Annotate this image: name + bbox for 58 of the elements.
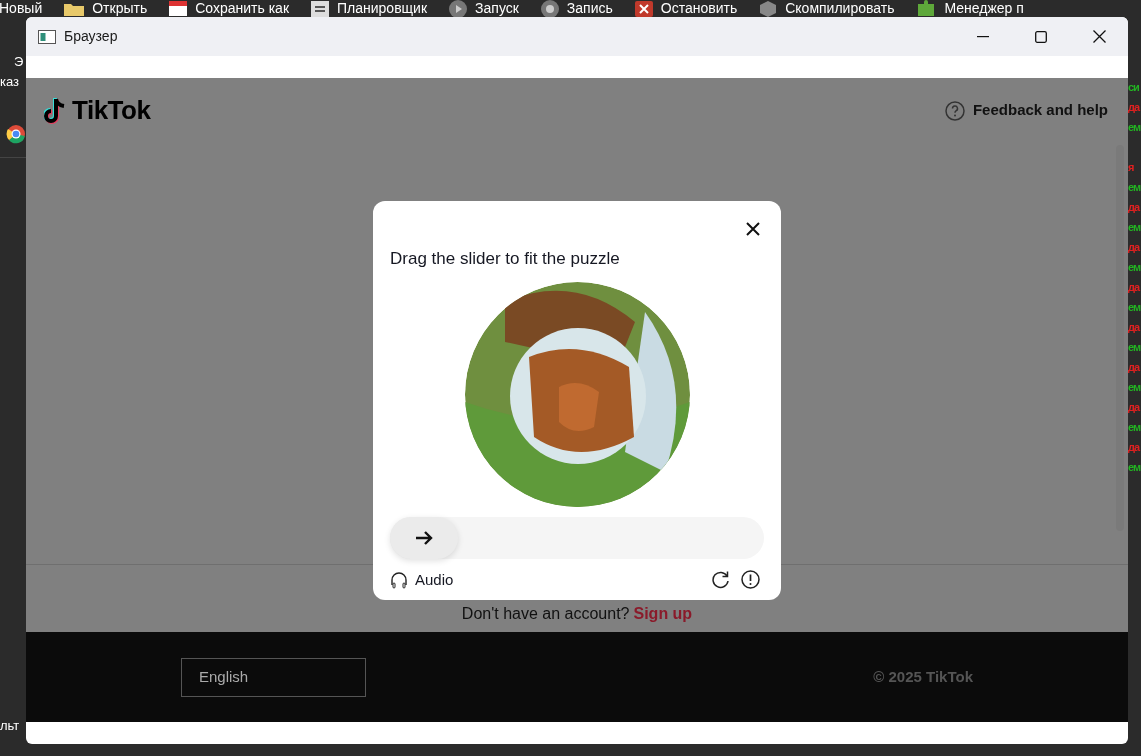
text-fragment: каз bbox=[0, 74, 21, 90]
log-text: да bbox=[1128, 360, 1141, 375]
toolbar-button[interactable]: Планировщик bbox=[311, 0, 428, 17]
toolbar-button[interactable]: Запуск bbox=[449, 0, 519, 17]
text-fragment: льт bbox=[0, 718, 20, 734]
log-text: да bbox=[1128, 400, 1141, 415]
browser-icon[interactable] bbox=[6, 124, 26, 144]
log-text: ем bbox=[1128, 220, 1141, 235]
play-icon bbox=[449, 0, 468, 17]
copyright-text: © 2025 TikTok bbox=[873, 666, 973, 687]
headphones-icon bbox=[390, 570, 408, 589]
toolbar-button[interactable]: Остановить bbox=[634, 0, 738, 17]
save-icon bbox=[169, 1, 188, 16]
captcha-title: Drag the slider to fit the puzzle bbox=[390, 248, 621, 270]
signup-prompt: Don't have an account? bbox=[461, 604, 630, 624]
arrow-right-icon bbox=[415, 529, 433, 546]
toolbar-button[interactable]: Открыть bbox=[64, 0, 148, 17]
toolbar-button[interactable]: Новый bbox=[0, 0, 43, 17]
toolbar-button[interactable]: Сохранить как bbox=[169, 0, 289, 17]
app-icon bbox=[38, 29, 56, 44]
log-text: ем bbox=[1128, 180, 1141, 195]
log-text: я bbox=[1128, 160, 1135, 175]
report-button[interactable] bbox=[740, 569, 760, 590]
logo-text: TikTok bbox=[72, 94, 151, 127]
log-text: ем bbox=[1128, 460, 1141, 475]
log-text: да bbox=[1128, 200, 1141, 215]
record-icon bbox=[540, 0, 559, 17]
refresh-button[interactable] bbox=[710, 569, 730, 590]
slider-handle[interactable] bbox=[390, 516, 458, 559]
log-text: ем bbox=[1128, 260, 1141, 275]
close-icon bbox=[1092, 30, 1106, 43]
language-select[interactable]: English bbox=[181, 657, 366, 697]
log-text: ем bbox=[1128, 380, 1141, 395]
help-icon bbox=[944, 100, 965, 121]
toolbar-button[interactable]: Скомпилировать bbox=[759, 0, 895, 17]
toolbar-button[interactable]: Запись bbox=[540, 0, 613, 17]
toolbar-button[interactable]: Менеджер п bbox=[916, 0, 1024, 17]
audio-button[interactable]: Audio bbox=[390, 568, 454, 591]
log-text: ем bbox=[1128, 120, 1141, 135]
close-icon bbox=[746, 222, 760, 236]
stop-icon bbox=[634, 0, 653, 17]
log-text: ем bbox=[1128, 420, 1141, 435]
minimize-icon bbox=[977, 35, 989, 38]
maximize-icon bbox=[1035, 30, 1047, 43]
info-icon bbox=[740, 570, 760, 590]
text-fragment: Э bbox=[13, 54, 25, 70]
log-text: ем bbox=[1128, 300, 1141, 315]
log-text: да bbox=[1128, 440, 1141, 455]
close-button[interactable] bbox=[744, 220, 762, 238]
window-title: Браузер bbox=[64, 27, 118, 46]
log-text: ем bbox=[1128, 340, 1141, 355]
log-text: да bbox=[1128, 280, 1141, 295]
log-text: да bbox=[1128, 100, 1141, 115]
log-text: си bbox=[1128, 80, 1140, 95]
refresh-icon bbox=[710, 570, 730, 590]
log-text: да bbox=[1128, 240, 1141, 255]
log-text: да bbox=[1128, 320, 1141, 335]
feedback-link[interactable]: Feedback and help bbox=[944, 99, 1110, 122]
